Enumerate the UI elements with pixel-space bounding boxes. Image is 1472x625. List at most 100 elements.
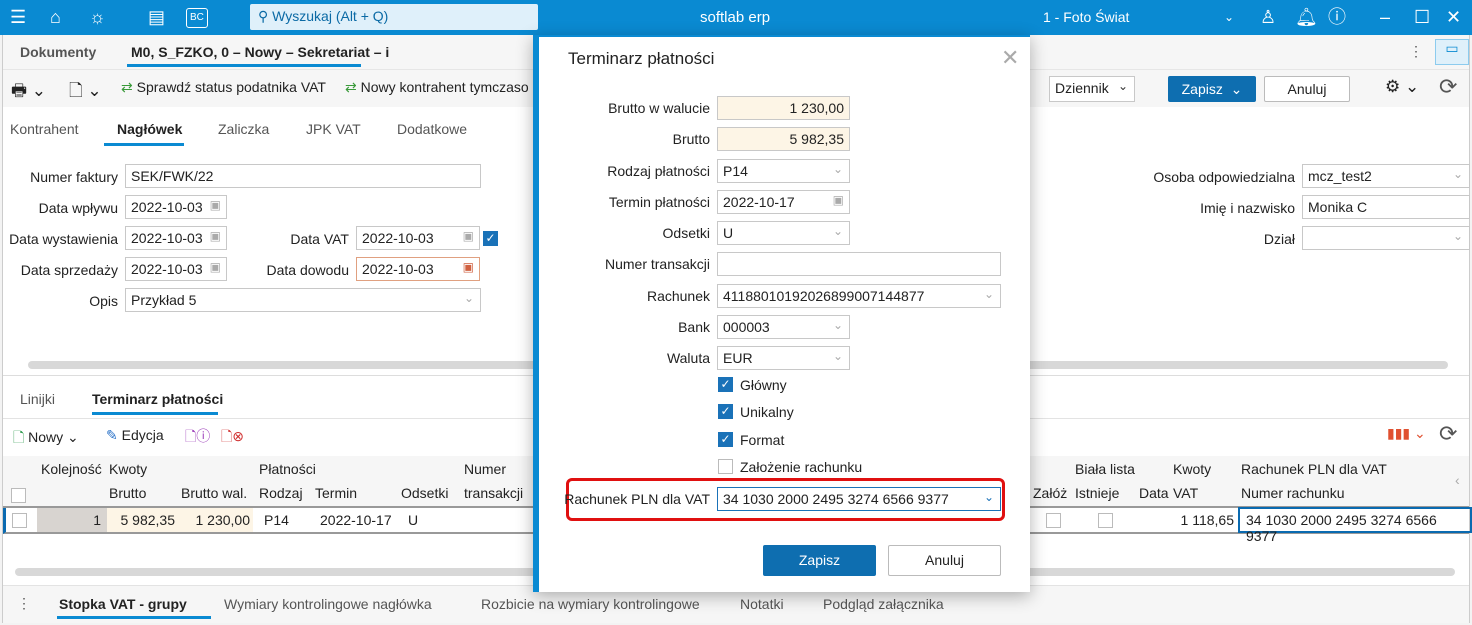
chart-icon[interactable]: ▮▮▮ ⌄ [1387,425,1426,442]
dialog-field-input[interactable]: 000003 ⌄ [717,315,850,339]
col-kolejnosc[interactable]: Kolejność [41,461,102,477]
lightbulb-icon[interactable]: ☼ [89,6,106,28]
edit-button[interactable]: ✎ Edycja [106,427,164,444]
col-transakcji[interactable]: transakcji [464,485,523,501]
cell-rachunek[interactable]: 34 1030 2000 2495 3274 6566 9377 [1238,507,1472,544]
vat-account-select[interactable]: 34 1030 2000 2495 3274 6566 9377 ⌄ [717,487,1001,511]
calendar-icon[interactable]: ▣ [210,198,221,212]
tab-document[interactable]: M0, S_FZKO, 0 – Nowy – Sekretariat – i [131,44,389,60]
close-icon[interactable]: ✕ [1446,6,1461,28]
tab-dokumenty[interactable]: Dokumenty [20,44,96,60]
more-icon[interactable]: ⋮ [1409,43,1423,60]
minimize-icon[interactable]: – [1380,6,1390,28]
section-tab[interactable]: JPK VAT [306,121,361,137]
section-tab[interactable]: Dodatkowe [397,121,467,137]
new-row-button[interactable]: 🗋 Nowy ⌄ [13,427,79,451]
delete-doc-icon[interactable]: 🗋⊗ [221,426,244,450]
footer-tab[interactable]: Stopka VAT - grupy [59,596,187,612]
data-dowodu-field[interactable]: 2022-10-03 ▣ [356,257,480,281]
section-tab[interactable]: Kontrahent [10,121,79,137]
col-rodzaj[interactable]: Rodzaj [259,485,303,501]
home-icon[interactable]: ⌂ [50,6,61,28]
tab-linijki[interactable]: Linijki [20,391,55,407]
news-icon[interactable]: ▤ [148,6,165,28]
data-vat-field[interactable]: 2022-10-03 ▣ [356,226,480,250]
dialog-field-input[interactable]: 41188010192026899007144877 ⌄ [717,284,1001,308]
gear-warning-icon[interactable]: ⚙ ⌄ [1385,77,1419,97]
comment-icon[interactable]: ▭ [1435,39,1469,65]
zaloz-checkbox[interactable] [1046,513,1061,528]
contractor-icon: ⇄ [345,79,361,95]
doc-settings-icon[interactable]: 🗋 ⌄ [69,78,102,107]
tab-terminarz[interactable]: Terminarz płatności [92,391,223,407]
refresh-icon[interactable]: ⟳ [1439,421,1457,447]
dialog-checkbox[interactable] [718,459,733,474]
cancel-button[interactable]: Anuluj [1264,76,1350,102]
opis-field[interactable]: Przykład 5 ⌄ [125,288,481,312]
col-numer[interactable]: Numer [464,461,506,477]
dialog-field-input[interactable]: 5 982,35 [717,127,850,151]
dialog-field-input[interactable]: 1 230,00 [717,96,850,120]
bc-icon[interactable]: BC [186,8,208,28]
numer-faktury-field[interactable]: SEK/FWK/22 [125,164,481,188]
dialog-save-button[interactable]: Zapisz [763,545,876,576]
calendar-icon[interactable]: ▣ [833,193,844,207]
dialog-checkbox[interactable]: ✓ [718,377,733,392]
help-icon[interactable]: ⓘ [1328,6,1346,28]
data-sprzedazy-field[interactable]: 2022-10-03 ▣ [125,257,227,281]
save-button[interactable]: Zapisz ⌄ [1168,76,1256,102]
info-doc-icon[interactable]: 🗋ⓘ [185,426,210,450]
new-contractor-button[interactable]: ⇄ Nowy kontrahent tymczaso [345,79,529,96]
imie-field[interactable]: Monika C [1302,195,1470,219]
dialog-field-input[interactable]: U ⌄ [717,221,850,245]
search-input[interactable]: ⚲ Wyszukaj (Alt + Q) [250,4,538,30]
col-odsetki[interactable]: Odsetki [401,485,448,501]
refresh-icon[interactable]: ⟳ [1439,74,1457,100]
col-istnieje[interactable]: Istnieje [1075,485,1119,501]
close-icon[interactable]: ✕ [1001,45,1019,71]
section-tab[interactable]: Zaliczka [218,121,269,137]
col-numer-rachunku[interactable]: Numer rachunku [1241,485,1345,501]
dialog-checkbox[interactable]: ✓ [718,432,733,447]
section-tab[interactable]: Nagłówek [117,121,182,137]
footer-tab[interactable]: Rozbicie na wymiary kontrolingowe [481,596,700,612]
col-brutto[interactable]: Brutto [109,485,146,501]
data-wystawienia-field[interactable]: 2022-10-03 ▣ [125,226,227,250]
dialog-field-input[interactable]: 2022-10-17 ▣ [717,190,850,214]
bell-icon[interactable]: 🔔︎ [1295,6,1318,28]
calendar-icon[interactable]: ▣ [210,229,221,243]
istnieje-checkbox[interactable] [1098,513,1113,528]
check-vat-button[interactable]: ⇄ Sprawdź status podatnika VAT [121,79,326,96]
footer-tab[interactable]: Notatki [740,596,784,612]
journal-select[interactable]: Dziennik ⌄ [1049,76,1135,102]
col-vat[interactable]: VAT [1173,485,1198,501]
select-all-checkbox[interactable] [11,488,26,503]
dialog-field-input[interactable]: P14 ⌄ [717,159,850,183]
dialog-field-input[interactable]: EUR ⌄ [717,346,850,370]
data-wplywu-field[interactable]: 2022-10-03 ▣ [125,195,227,219]
chevron-down-icon[interactable]: ⌄ [1224,6,1234,28]
osoba-select[interactable]: mcz_test2 ⌄ [1302,164,1470,188]
col-brutto-wal[interactable]: Brutto wal. [181,485,247,501]
dialog-field-input[interactable] [717,252,1001,276]
calendar-icon[interactable]: ▣ [463,229,474,243]
data-vat-checkbox[interactable]: ✓ [483,231,498,246]
col-data[interactable]: Data [1139,485,1169,501]
more-icon[interactable]: ⋮ [17,595,31,612]
dialog-checkbox[interactable]: ✓ [718,404,733,419]
calendar-icon[interactable]: ▣ [210,260,221,274]
print-icon[interactable]: 🖶︎ ⌄ [11,78,46,107]
dialog-cancel-button[interactable]: Anuluj [888,545,1001,576]
row-checkbox[interactable] [12,513,27,528]
col-zaloz[interactable]: Załóż [1033,485,1067,501]
dzial-select[interactable]: ⌄ [1302,226,1470,250]
footer-tab[interactable]: Podgląd załącznika [823,596,944,612]
footer-tab[interactable]: Wymiary kontrolingowe nagłówka [224,596,432,612]
col-termin[interactable]: Termin [315,485,357,501]
scroll-left-icon[interactable]: ‹ [1455,472,1460,488]
maximize-icon[interactable]: ☐ [1414,6,1430,28]
calendar-icon[interactable]: ▣ [463,260,474,274]
user-icon[interactable]: ♙ [1260,6,1276,28]
company-selector[interactable]: 1 - Foto Świat [1043,9,1129,25]
menu-icon[interactable]: ☰ [10,6,26,28]
